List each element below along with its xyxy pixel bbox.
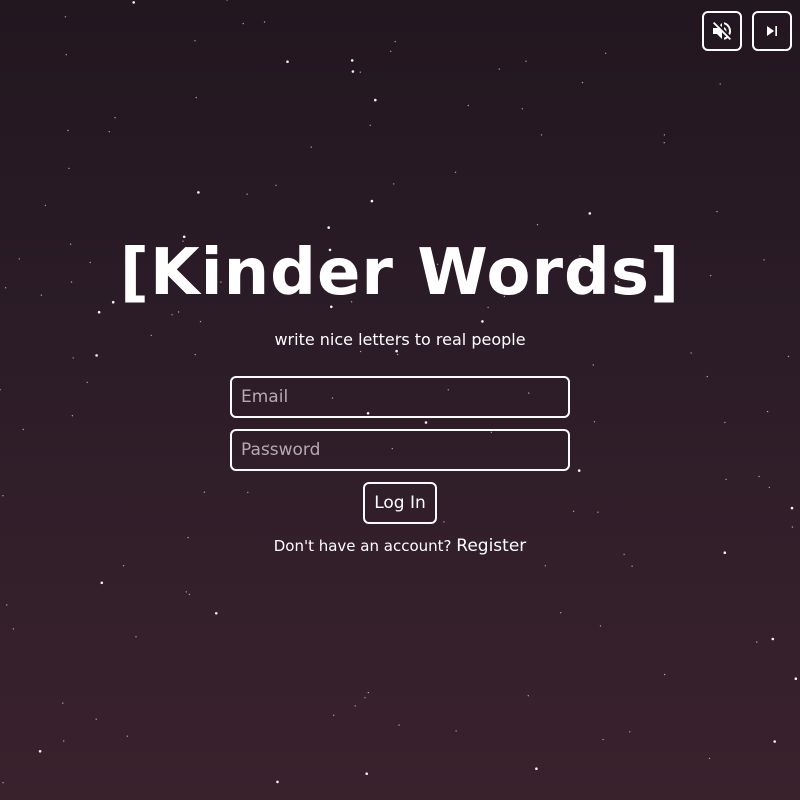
app-tagline: write nice letters to real people <box>274 330 526 349</box>
skip-button[interactable] <box>752 11 792 51</box>
password-field[interactable] <box>230 429 570 471</box>
register-prompt: Don't have an account? <box>273 537 452 555</box>
volume-off-icon <box>710 19 734 43</box>
app-title: [Kinder Words] <box>119 236 681 310</box>
top-controls <box>702 11 792 51</box>
email-field[interactable] <box>230 376 570 418</box>
register-row: Don't have an account? Register <box>0 536 800 556</box>
register-link[interactable]: Register <box>456 536 526 556</box>
login-button[interactable]: Log In <box>363 482 437 524</box>
skip-next-icon <box>762 21 782 41</box>
mute-button[interactable] <box>702 11 742 51</box>
